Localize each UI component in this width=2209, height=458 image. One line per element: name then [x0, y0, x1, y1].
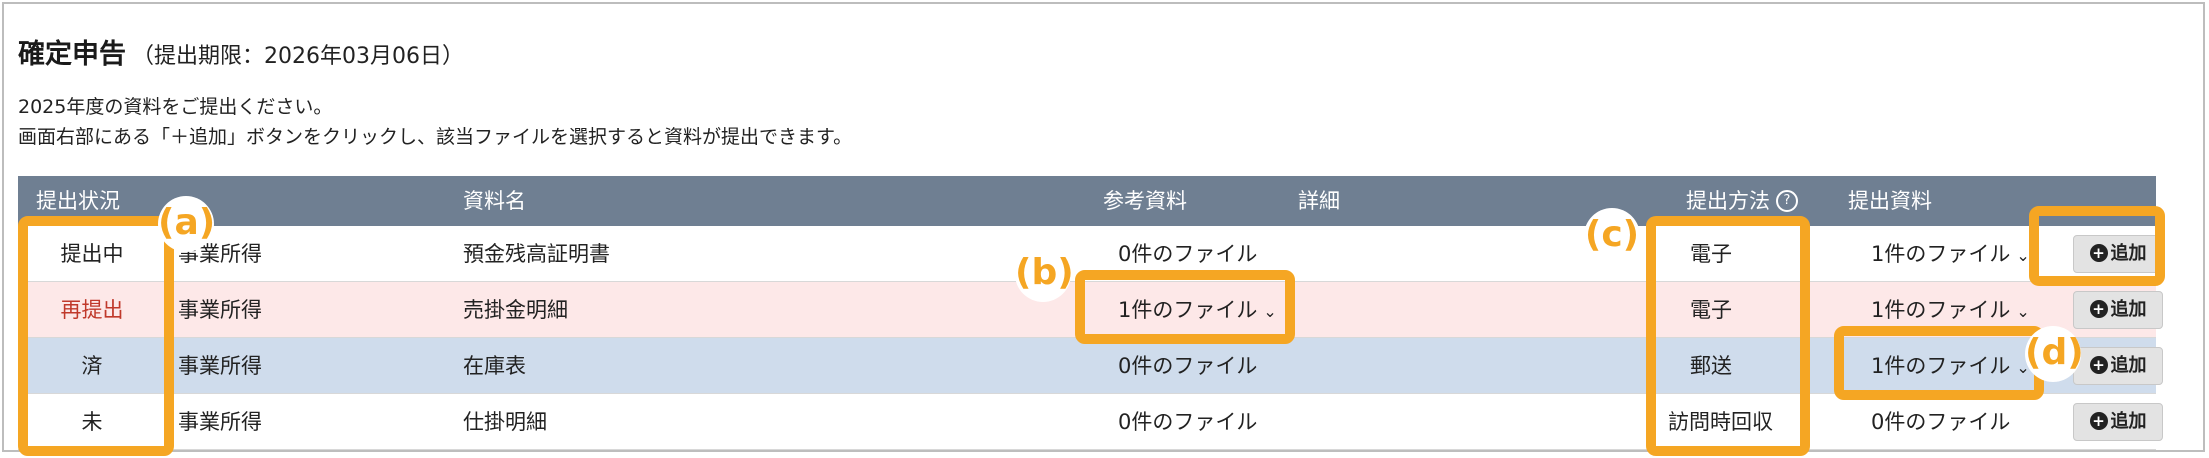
plus-circle-icon: +	[2089, 355, 2108, 374]
annotation-label-b: (b)	[1015, 246, 1074, 302]
submitted-files-label: 1件のファイル	[1871, 298, 2011, 322]
reference-files-cell: 0件のファイル	[1118, 394, 1257, 450]
highlight-b	[1075, 270, 1295, 344]
instruction-line-2: 画面右部にある「＋追加」ボタンをクリックし、該当ファイルを選択すると資料が提出で…	[18, 126, 853, 148]
annotation-label-c: (c)	[1584, 208, 1640, 264]
highlight-d	[1834, 326, 2044, 400]
add-file-button[interactable]: + 追加	[2073, 403, 2163, 441]
help-icon[interactable]: ?	[1776, 189, 1798, 212]
highlight-c	[1646, 216, 1810, 456]
annotation-label-a: (a)	[158, 196, 215, 252]
reference-files-cell: 0件のファイル	[1118, 338, 1257, 394]
add-button-label: 追加	[2110, 299, 2147, 320]
category-cell: 事業所得	[178, 354, 262, 378]
header-name: 資料名	[463, 189, 526, 213]
table-row: 未事業所得 仕掛明細 0件のファイル 訪問時回収 0件のファイル + 追加	[18, 394, 2163, 450]
add-button-label: 追加	[2110, 411, 2147, 432]
plus-circle-icon: +	[2089, 299, 2108, 318]
chevron-down-icon: ⌄	[2016, 302, 2030, 321]
add-file-button[interactable]: + 追加	[2073, 291, 2163, 329]
header-submitted: 提出資料	[1848, 189, 1932, 213]
header-method-label: 提出方法	[1686, 189, 1770, 213]
page-title: 確定申告 （提出期限：2026年03月06日）	[18, 32, 464, 71]
submitted-files-dropdown[interactable]: 1件のファイル ⌄	[1871, 226, 2030, 282]
add-button-label: 追加	[2110, 355, 2147, 376]
reference-files-label: 0件のファイル	[1118, 410, 1258, 434]
submitted-files-cell: 0件のファイル	[1871, 394, 2010, 450]
category-cell: 事業所得	[178, 410, 262, 434]
submitted-files-label: 0件のファイル	[1871, 410, 2011, 434]
document-name-cell: 仕掛明細	[463, 410, 547, 434]
document-name-cell: 預金残高証明書	[463, 242, 610, 266]
annotation-label-d: (d)	[2025, 326, 2084, 382]
deadline-text: （提出期限：2026年03月06日）	[132, 44, 464, 69]
header-reference: 参考資料	[1103, 189, 1187, 213]
table-header: 提出状況 資料名 参考資料 詳細 提出方法? 提出資料	[18, 176, 2156, 226]
title-text: 確定申告	[18, 39, 126, 70]
document-name-cell: 在庫表	[463, 354, 526, 378]
add-file-button[interactable]: + 追加	[2073, 347, 2163, 385]
category-cell: 事業所得	[178, 298, 262, 322]
reference-files-label: 0件のファイル	[1118, 242, 1258, 266]
highlight-a	[18, 216, 174, 456]
chevron-down-icon: ⌄	[2016, 246, 2030, 265]
document-name-cell: 売掛金明細	[463, 298, 568, 322]
instruction-line-1: 2025年度の資料をご提出ください。	[18, 96, 333, 118]
reference-files-label: 0件のファイル	[1118, 354, 1258, 378]
plus-circle-icon: +	[2089, 411, 2108, 430]
submitted-files-label: 1件のファイル	[1871, 242, 2011, 266]
highlight-add-button	[2029, 206, 2165, 286]
header-detail: 詳細	[1298, 189, 1340, 213]
